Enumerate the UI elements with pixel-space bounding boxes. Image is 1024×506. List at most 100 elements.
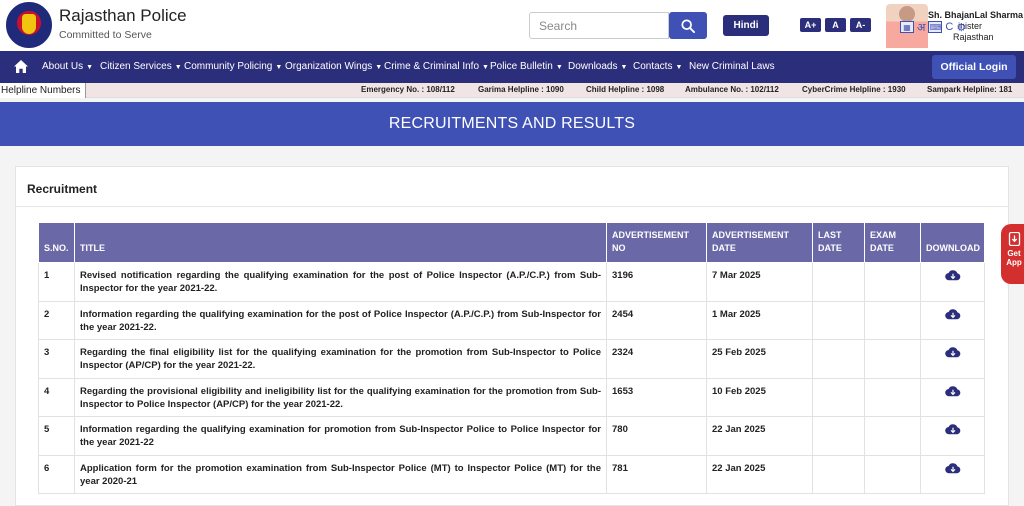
table-header-row: S.NO. TITLE ADVERTISEMENT NO ADVERTISEME… [38,222,985,263]
nav-item-police-bulletin[interactable]: Police Bulletin ▼ [490,61,563,72]
col-header-advertisement-date: ADVERTISEMENT DATE [706,222,813,263]
cell-sno: 3 [38,339,75,379]
font-increase-button[interactable]: A+ [800,18,821,32]
table-row: 6 Application form for the promotion exa… [38,454,985,494]
main-navigation: About Us ▼ Citizen Services ▼ Community Po… [0,51,1024,83]
cell-sno: 5 [38,416,75,456]
cell-advertisement-no: 780 [606,416,707,456]
cloud-download-icon[interactable] [944,346,961,358]
table-row: 5 Information regarding the qualifying e… [38,416,985,456]
site-title[interactable]: Rajasthan Police [59,6,187,26]
rajasthan-police-logo[interactable] [6,2,52,48]
cell-title: Information regarding the qualifying exa… [74,416,607,456]
cell-download [920,416,985,456]
cell-advertisement-date: 22 Jan 2025 [706,454,813,494]
nav-label: Police Bulletin [490,61,553,72]
cell-advertisement-no: 2324 [606,339,707,379]
cell-exam-date [864,300,921,340]
hindi-script-icon[interactable]: अ [917,21,925,34]
cell-last-date [812,262,865,302]
helpline-cybercrime[interactable]: CyberCrime Helpline : 1930 [802,85,906,94]
section-divider [16,206,1008,207]
nav-item-community-policing[interactable]: Community Policing ▼ [184,61,282,72]
helpline-garima[interactable]: Garima Helpline : 1090 [478,85,564,94]
section-title: Recruitment [27,182,98,196]
cell-advertisement-date: 7 Mar 2025 [706,262,813,302]
cm-state: Rajasthan [953,32,994,42]
nav-label: Crime & Criminal Info [384,61,480,72]
keyboard-icon[interactable]: ⌨ [928,21,943,33]
cloud-download-icon[interactable] [944,308,961,320]
cell-sno: 6 [38,454,75,494]
cell-exam-date [864,454,921,494]
nav-item-contacts[interactable]: Contacts ▼ [633,61,682,72]
cell-title: Regarding the provisional eligibility an… [74,377,607,417]
cell-download [920,339,985,379]
caret-down-icon: ▼ [555,64,563,71]
nav-label: Downloads [568,61,618,72]
recruitment-table: S.NO. TITLE ADVERTISEMENT NO ADVERTISEME… [38,222,985,494]
cell-sno: 1 [38,262,75,302]
translate-icon[interactable]: ▦ [900,21,914,33]
cloud-download-icon[interactable] [944,385,961,397]
cloud-download-icon[interactable] [944,423,961,435]
nav-label: New Criminal Laws [689,61,775,72]
cell-exam-date [864,416,921,456]
caret-down-icon: ▼ [675,64,683,71]
get-app-button[interactable]: Get App [1001,224,1024,284]
cell-sno: 2 [38,300,75,340]
nav-item-new-criminal-laws[interactable]: New Criminal Laws [689,61,775,72]
cell-advertisement-no: 3196 [606,262,707,302]
cell-download [920,262,985,302]
contrast-icon[interactable]: C [945,21,953,33]
table-row: 2 Information regarding the qualifying e… [38,300,985,340]
cloud-download-icon[interactable] [944,462,961,474]
col-header-exam-date: EXAM DATE [864,222,921,263]
caret-down-icon: ▼ [174,64,182,71]
cloud-download-icon[interactable] [944,269,961,281]
helpline-sampark[interactable]: Sampark Helpline: 181 [927,85,1012,94]
nav-item-downloads[interactable]: Downloads ▼ [568,61,627,72]
helpline-emergency[interactable]: Emergency No. : 108/112 [361,85,455,94]
font-reset-button[interactable]: A [825,18,846,32]
font-decrease-button[interactable]: A- [850,18,871,32]
recruitment-card: Recruitment S.NO. TITLE ADVERTISEMENT NO… [15,166,1009,506]
cell-download [920,454,985,494]
nav-label: About Us [42,61,84,72]
caret-down-icon: ▼ [86,64,94,71]
cell-exam-date [864,377,921,417]
nav-item-about-us[interactable]: About Us ▼ [42,61,93,72]
table-row: 4 Regarding the provisional eligibility … [38,377,985,417]
helpline-child[interactable]: Child Helpline : 1098 [586,85,664,94]
nav-label: Citizen Services [100,61,172,72]
cell-last-date [812,339,865,379]
get-app-label-line2: App [1006,258,1022,267]
nav-item-citizen-services[interactable]: Citizen Services ▼ [100,61,182,72]
nav-item-organization-wings[interactable]: Organization Wings ▼ [285,61,382,72]
home-icon[interactable] [13,59,29,74]
official-login-button[interactable]: Official Login [932,55,1016,79]
col-header-title: TITLE [74,222,607,263]
helpline-ambulance[interactable]: Ambulance No. : 102/112 [685,85,779,94]
caret-down-icon: ▼ [482,64,489,71]
nav-label: Contacts [633,61,673,72]
cell-last-date [812,416,865,456]
helpline-bar: Helpline Numbers Emergency No. : 108/112… [0,83,1024,98]
site-header: Rajasthan Police Committed to Serve Hind… [0,0,1024,51]
col-header-advertisement-no: ADVERTISEMENT NO [606,222,707,263]
cell-exam-date [864,262,921,302]
search-input[interactable] [529,12,669,39]
cell-title: Information regarding the qualifying exa… [74,300,607,340]
caret-down-icon: ▼ [375,64,383,71]
cell-advertisement-date: 25 Feb 2025 [706,339,813,379]
get-app-label-line1: Get [1007,249,1021,258]
cell-advertisement-no: 2454 [606,300,707,340]
gear-icon[interactable]: ⚙ [956,21,966,34]
search-button[interactable] [669,12,707,39]
hindi-language-button[interactable]: Hindi [723,15,769,36]
helpline-label: Helpline Numbers [0,83,86,98]
nav-item-crime-criminal-info[interactable]: Crime & Criminal Info ▼ [384,61,489,72]
col-header-last-date: LAST DATE [812,222,865,263]
table-row: 3 Regarding the final eligibility list f… [38,339,985,379]
nav-label: Organization Wings [285,61,373,72]
